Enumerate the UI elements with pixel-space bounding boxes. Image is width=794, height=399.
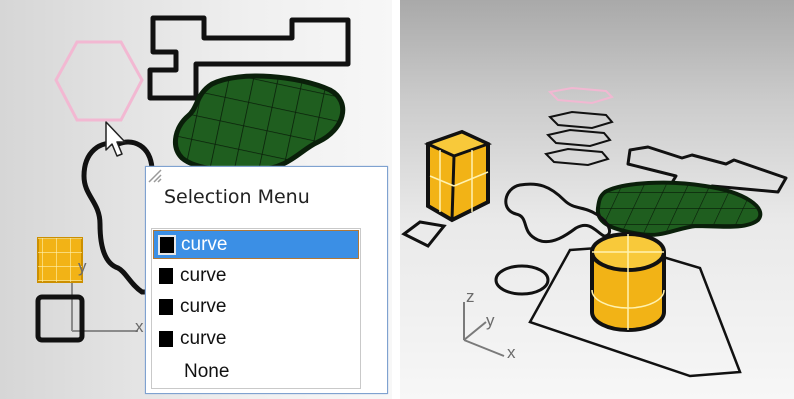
hexagon-curve-3d[interactable] xyxy=(547,86,614,105)
color-swatch-icon xyxy=(157,297,175,317)
hexagon-stack-1[interactable] xyxy=(548,110,614,130)
menu-item-curve-1[interactable]: curve xyxy=(153,230,359,259)
circle-curve-3d[interactable] xyxy=(494,264,550,296)
selection-menu-title: Selection Menu xyxy=(164,186,310,208)
mouse-cursor-icon xyxy=(105,121,126,157)
square-curve-3d[interactable] xyxy=(401,220,447,248)
menu-item-none-label: None xyxy=(184,361,230,382)
menu-item-label: curve xyxy=(181,234,228,255)
menu-item-curve-4[interactable]: curve xyxy=(153,325,359,354)
menu-item-curve-2[interactable]: curve xyxy=(153,262,359,291)
freeform-curve[interactable] xyxy=(81,140,153,295)
menu-item-none[interactable]: None xyxy=(153,357,359,387)
color-swatch-icon xyxy=(157,266,175,286)
menu-item-label: curve xyxy=(180,328,227,349)
menu-item-curve-3[interactable]: curve xyxy=(153,293,359,322)
color-swatch-icon xyxy=(158,235,176,255)
green-surface-isocurves xyxy=(175,76,343,171)
selection-menu[interactable]: Selection Menu curve curve curve curve N… xyxy=(145,166,388,394)
persp-x-axis-label: x xyxy=(507,343,516,362)
yellow-box-edge xyxy=(450,155,456,221)
menu-item-label: curve xyxy=(180,296,227,317)
top-viewport[interactable]: y x Selection Menu curve curve curve cur… xyxy=(0,0,392,399)
freeform-curve-tail xyxy=(115,139,155,171)
top-y-axis-label: y xyxy=(78,257,87,276)
hexagon-curve[interactable] xyxy=(54,40,144,122)
x-axis-line-3d xyxy=(463,339,505,357)
menu-item-label: curve xyxy=(180,265,227,286)
color-swatch-icon xyxy=(157,329,175,349)
yellow-box-isocurves xyxy=(38,238,82,282)
freeform-curve-3d[interactable] xyxy=(504,182,612,243)
selection-menu-list[interactable]: curve curve curve curve None xyxy=(151,228,361,389)
perspective-viewport-canvas[interactable] xyxy=(400,0,794,399)
hexagon-stack-2[interactable] xyxy=(546,128,612,148)
perspective-viewport[interactable]: z y x xyxy=(400,0,794,399)
persp-y-axis-label: y xyxy=(486,311,495,330)
resize-grip-icon[interactable] xyxy=(146,167,162,183)
persp-z-axis-label: z xyxy=(466,287,475,306)
hexagon-stack-3[interactable] xyxy=(544,147,610,167)
top-x-axis-label: x xyxy=(135,317,144,336)
y-axis-line-3d xyxy=(463,321,487,341)
square-curve[interactable] xyxy=(35,294,85,343)
